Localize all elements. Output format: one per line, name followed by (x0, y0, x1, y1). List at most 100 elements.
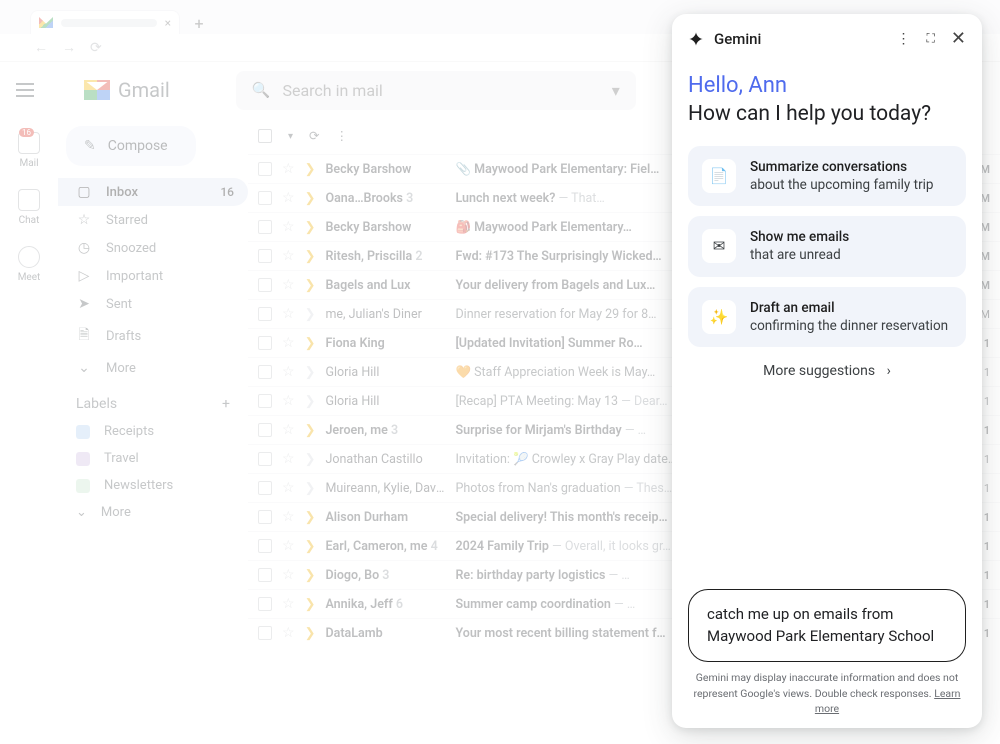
suggestion-draft[interactable]: ✨Draft an emailconfirming the dinner res… (688, 287, 966, 347)
label-item-more[interactable]: ⌄More (58, 499, 248, 526)
importance-marker[interactable]: ❯ (305, 423, 316, 438)
importance-marker[interactable]: ❯ (305, 394, 316, 409)
sidebar-item-drafts[interactable]: 🗎Drafts (58, 318, 248, 354)
select-all-checkbox[interactable] (258, 129, 272, 143)
row-checkbox[interactable] (258, 626, 272, 640)
row-checkbox[interactable] (258, 278, 272, 292)
importance-marker[interactable]: ❯ (305, 220, 316, 235)
gemini-suggestions: 📄Summarize conversationsabout the upcomi… (688, 146, 966, 347)
row-sender: DataLamb (325, 626, 445, 641)
row-sender: Muireann, Kylie, David (325, 481, 445, 496)
row-checkbox[interactable] (258, 597, 272, 611)
close-icon[interactable]: ✕ (951, 28, 966, 49)
star-icon[interactable]: ☆ (282, 625, 295, 641)
nav-forward-icon[interactable]: → (62, 39, 76, 56)
importance-marker[interactable]: ❯ (305, 162, 316, 177)
importance-marker[interactable]: ❯ (305, 568, 316, 583)
gemini-input[interactable]: catch me up on emails from Maywood Park … (688, 589, 966, 663)
importance-marker[interactable]: ❯ (305, 191, 316, 206)
star-icon[interactable]: ☆ (282, 509, 295, 525)
importance-marker[interactable]: ❯ (305, 365, 316, 380)
importance-marker[interactable]: ❯ (305, 452, 316, 467)
rail-mail[interactable]: 16 Mail (18, 132, 40, 169)
star-icon[interactable]: ☆ (282, 393, 295, 409)
new-tab-button[interactable]: + (188, 12, 210, 34)
row-checkbox[interactable] (258, 539, 272, 553)
star-icon[interactable]: ☆ (282, 596, 295, 612)
row-checkbox[interactable] (258, 249, 272, 263)
more-options-icon[interactable]: ⋮ (897, 31, 911, 47)
importance-marker[interactable]: ❯ (305, 249, 316, 264)
label-item-travel[interactable]: Travel (58, 445, 248, 472)
star-icon[interactable]: ☆ (282, 277, 295, 293)
refresh-icon[interactable]: ⟳ (309, 128, 319, 144)
nav-reload-icon[interactable]: ⟳ (90, 40, 102, 56)
importance-marker[interactable]: ❯ (305, 510, 316, 525)
star-icon[interactable]: ☆ (282, 364, 295, 380)
row-checkbox[interactable] (258, 220, 272, 234)
star-icon[interactable]: ☆ (282, 567, 295, 583)
more-suggestions-button[interactable]: More suggestions › (688, 363, 966, 379)
rail-meet[interactable]: Meet (18, 246, 41, 283)
suggestion-summarize[interactable]: 📄Summarize conversationsabout the upcomi… (688, 146, 966, 206)
importance-marker[interactable]: ❯ (305, 307, 316, 322)
sidebar-item-more[interactable]: ⌄More (58, 354, 248, 382)
row-checkbox[interactable] (258, 307, 272, 321)
row-checkbox[interactable] (258, 423, 272, 437)
gmail-logo[interactable]: Gmail (84, 78, 170, 102)
importance-marker[interactable]: ❯ (305, 539, 316, 554)
search-options-icon[interactable]: ▾ (612, 81, 620, 100)
star-icon[interactable]: ☆ (282, 451, 295, 467)
suggestion-text: Draft an emailconfirming the dinner rese… (750, 299, 948, 335)
star-icon[interactable]: ☆ (282, 161, 295, 177)
row-sender: Gloria Hill (325, 394, 445, 409)
greeting-name: Hello, Ann (688, 73, 787, 98)
importance-marker[interactable]: ❯ (305, 336, 316, 351)
add-label-icon[interactable]: + (222, 396, 230, 412)
more-actions-icon[interactable]: ⋮ (336, 128, 349, 144)
star-icon[interactable]: ☆ (282, 219, 295, 235)
row-checkbox[interactable] (258, 394, 272, 408)
label-item-receipts[interactable]: Receipts (58, 418, 248, 445)
row-checkbox[interactable] (258, 452, 272, 466)
sidebar-item-starred[interactable]: ☆Starred (58, 206, 248, 234)
hamburger-menu-icon[interactable] (16, 89, 34, 91)
star-icon[interactable]: ☆ (282, 480, 295, 496)
star-icon[interactable]: ☆ (282, 190, 295, 206)
importance-marker[interactable]: ❯ (305, 278, 316, 293)
star-icon[interactable]: ☆ (282, 248, 295, 264)
star-icon[interactable]: ☆ (282, 422, 295, 438)
importance-marker[interactable]: ❯ (305, 626, 316, 641)
row-checkbox[interactable] (258, 510, 272, 524)
suggestion-unread[interactable]: ✉Show me emailsthat are unread (688, 216, 966, 276)
sidebar-item-sent[interactable]: ➤Sent (58, 290, 248, 318)
row-checkbox[interactable] (258, 568, 272, 582)
star-icon[interactable]: ☆ (282, 335, 295, 351)
importance-marker[interactable]: ❯ (305, 481, 316, 496)
star-icon[interactable]: ☆ (282, 306, 295, 322)
importance-marker[interactable]: ❯ (305, 597, 316, 612)
compose-button[interactable]: ✎ Compose (66, 126, 196, 166)
row-checkbox[interactable] (258, 365, 272, 379)
search-bar[interactable]: 🔍 Search in mail ▾ (236, 71, 636, 110)
gmail-logo-text: Gmail (118, 78, 170, 102)
compose-label: Compose (108, 138, 168, 154)
select-dropdown-icon[interactable]: ▾ (288, 131, 293, 142)
nav-back-icon[interactable]: ← (34, 39, 48, 56)
label-item-newsletters[interactable]: Newsletters (58, 472, 248, 499)
sidebar-item-important[interactable]: ▷Important (58, 262, 248, 290)
row-checkbox[interactable] (258, 481, 272, 495)
row-checkbox[interactable] (258, 162, 272, 176)
row-checkbox[interactable] (258, 336, 272, 350)
nav-icon: ▢ (76, 184, 92, 200)
rail-chat[interactable]: Chat (18, 189, 40, 226)
expand-icon[interactable]: ⛶ (927, 31, 935, 46)
row-checkbox[interactable] (258, 191, 272, 205)
sidebar-item-snoozed[interactable]: ◷Snoozed (58, 234, 248, 262)
sidebar-item-inbox[interactable]: ▢Inbox16 (58, 178, 248, 206)
star-icon[interactable]: ☆ (282, 538, 295, 554)
gmail-m-icon (84, 80, 110, 100)
tab-close-icon[interactable]: × (165, 16, 171, 30)
rail-label: Chat (19, 215, 40, 226)
browser-tab[interactable]: × (30, 10, 180, 34)
